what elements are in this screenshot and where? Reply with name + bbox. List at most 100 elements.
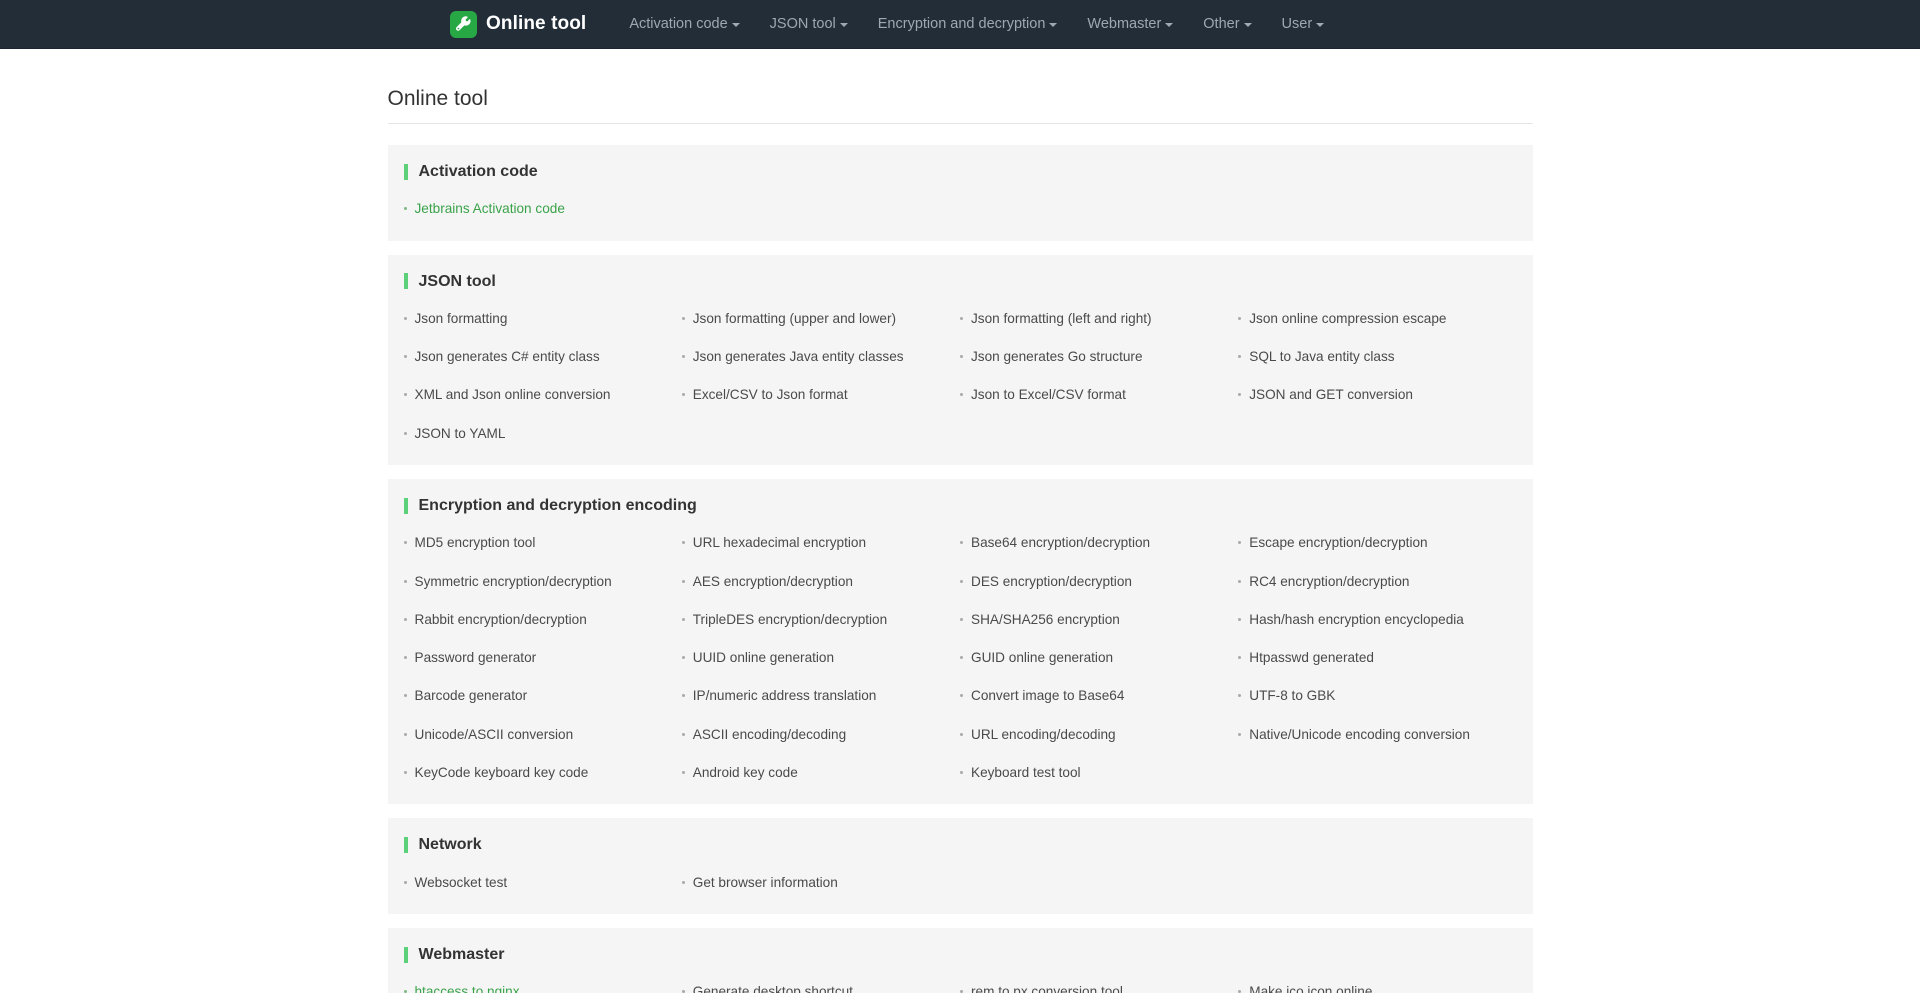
- tool-link[interactable]: rem to px conversion tool: [960, 978, 1238, 993]
- tool-link[interactable]: Json generates Go structure: [960, 343, 1238, 371]
- tool-link-label: rem to px conversion tool: [971, 984, 1123, 993]
- tool-link[interactable]: Json generates Java entity classes: [682, 343, 960, 371]
- tool-link-label: Websocket test: [414, 874, 508, 890]
- tool-link-label: SHA/SHA256 encryption: [971, 611, 1120, 627]
- wrench-icon: [450, 10, 477, 38]
- tool-link[interactable]: Websocket test: [404, 869, 682, 897]
- tool-sections: Activation code Jetbrains Activation code…: [387, 145, 1533, 993]
- section-title: JSON tool: [388, 255, 1533, 291]
- section-title: Encryption and decryption encoding: [388, 479, 1533, 515]
- tool-link[interactable]: KeyCode keyboard key code: [404, 759, 682, 787]
- tool-link[interactable]: TripleDES encryption/decryption: [682, 606, 960, 634]
- nav-item-other[interactable]: Other: [1188, 0, 1266, 49]
- tool-section: Webmaster htaccess to nginx Generate deskt…: [387, 927, 1533, 993]
- tool-grid: Json formatting Json formatting (upper an…: [404, 305, 1517, 448]
- section-title-label: Webmaster: [418, 945, 505, 963]
- tool-link-label: DES encryption/decryption: [971, 573, 1132, 589]
- tool-link[interactable]: SQL to Java entity class: [1238, 343, 1516, 371]
- tool-link[interactable]: Hash/hash encryption encyclopedia: [1238, 606, 1516, 634]
- tool-link[interactable]: htaccess to nginx: [404, 978, 682, 993]
- tool-link[interactable]: RC4 encryption/decryption: [1238, 568, 1516, 596]
- tool-link[interactable]: Json to Excel/CSV format: [960, 381, 1238, 409]
- tool-link[interactable]: UUID online generation: [682, 644, 960, 672]
- section-accent-bar: [403, 163, 408, 180]
- tool-link[interactable]: Rabbit encryption/decryption: [404, 606, 682, 634]
- tool-link[interactable]: SHA/SHA256 encryption: [960, 606, 1238, 634]
- tool-link[interactable]: GUID online generation: [960, 644, 1238, 672]
- section-title: Activation code: [388, 145, 1533, 181]
- tool-link-label: ASCII encoding/decoding: [692, 726, 847, 742]
- tool-link-label: Json generates Java entity classes: [692, 349, 904, 365]
- tool-section: JSON tool Json formatting Json formatting …: [387, 254, 1533, 466]
- tool-link-label: IP/numeric address translation: [692, 688, 877, 704]
- tool-link[interactable]: Json formatting: [404, 305, 682, 333]
- tool-link[interactable]: DES encryption/decryption: [960, 568, 1238, 596]
- tool-link[interactable]: ASCII encoding/decoding: [682, 721, 960, 749]
- section-title-label: JSON tool: [418, 272, 496, 290]
- tool-link[interactable]: Password generator: [404, 644, 682, 672]
- tool-link[interactable]: Convert image to Base64: [960, 682, 1238, 710]
- tool-link-label: RC4 encryption/decryption: [1249, 573, 1410, 589]
- tool-link[interactable]: Json formatting (upper and lower): [682, 305, 960, 333]
- tool-link[interactable]: Excel/CSV to Json format: [682, 381, 960, 409]
- tool-link[interactable]: Escape encryption/decryption: [1238, 529, 1516, 557]
- tool-link-label: Native/Unicode encoding conversion: [1249, 726, 1470, 742]
- tool-link[interactable]: JSON to YAML: [404, 420, 682, 448]
- tool-link[interactable]: URL hexadecimal encryption: [682, 529, 960, 557]
- tool-link-label: Barcode generator: [414, 688, 528, 704]
- tool-link-label: Escape encryption/decryption: [1249, 535, 1428, 551]
- main-container: Online tool Activation code Jetbrains Act…: [387, 49, 1533, 993]
- tool-link[interactable]: Json online compression escape: [1238, 305, 1516, 333]
- tool-link[interactable]: Unicode/ASCII conversion: [404, 721, 682, 749]
- brand-home-link[interactable]: Online tool: [450, 10, 586, 38]
- tool-link[interactable]: UTF-8 to GBK: [1238, 682, 1516, 710]
- nav-item-json-tool[interactable]: JSON tool: [755, 0, 863, 49]
- section-title-label: Encryption and decryption encoding: [418, 497, 697, 515]
- tool-link-label: Json formatting: [414, 310, 508, 326]
- tool-section: Activation code Jetbrains Activation code: [387, 145, 1533, 241]
- tool-link[interactable]: Symmetric encryption/decryption: [404, 568, 682, 596]
- tool-link[interactable]: MD5 encryption tool: [404, 529, 682, 557]
- nav-item-activation-code[interactable]: Activation code: [614, 0, 754, 49]
- tool-link-label: Json generates Go structure: [971, 349, 1143, 365]
- tool-link-label: UTF-8 to GBK: [1249, 688, 1336, 704]
- tool-link[interactable]: Native/Unicode encoding conversion: [1238, 721, 1516, 749]
- tool-link[interactable]: Android key code: [682, 759, 960, 787]
- tool-link-label: Password generator: [414, 650, 537, 666]
- tool-link[interactable]: Base64 encryption/decryption: [960, 529, 1238, 557]
- tool-link[interactable]: Get browser information: [682, 869, 960, 897]
- tool-link-label: TripleDES encryption/decryption: [692, 611, 888, 627]
- chevron-down-icon: [1316, 23, 1325, 27]
- tool-link[interactable]: URL encoding/decoding: [960, 721, 1238, 749]
- tool-grid: Websocket test Get browser information: [404, 869, 1517, 897]
- tool-link[interactable]: Htpasswd generated: [1238, 644, 1516, 672]
- tool-link[interactable]: Keyboard test tool: [960, 759, 1238, 787]
- tool-link[interactable]: Jetbrains Activation code: [404, 195, 682, 223]
- tool-link-label: AES encryption/decryption: [692, 573, 853, 589]
- section-body: Json formatting Json formatting (upper an…: [388, 291, 1533, 465]
- nav-item-encryption-and-decryption[interactable]: Encryption and decryption: [863, 0, 1073, 49]
- nav-item-webmaster[interactable]: Webmaster: [1072, 0, 1188, 49]
- tool-link[interactable]: JSON and GET conversion: [1238, 381, 1516, 409]
- nav-item-user[interactable]: User: [1267, 0, 1340, 49]
- section-title: Network: [388, 818, 1533, 854]
- tool-link[interactable]: AES encryption/decryption: [682, 568, 960, 596]
- tool-link[interactable]: Barcode generator: [404, 682, 682, 710]
- tool-link-label: KeyCode keyboard key code: [414, 765, 589, 781]
- tool-link[interactable]: Generate desktop shortcut: [682, 978, 960, 993]
- chevron-down-icon: [839, 23, 848, 27]
- tool-link[interactable]: IP/numeric address translation: [682, 682, 960, 710]
- tool-link-label: JSON and GET conversion: [1249, 387, 1413, 403]
- tool-link[interactable]: Json formatting (left and right): [960, 305, 1238, 333]
- tool-link[interactable]: Make ico icon online: [1238, 978, 1516, 993]
- section-body: MD5 encryption tool URL hexadecimal encry…: [388, 515, 1533, 804]
- nav-item-label: User: [1281, 15, 1313, 32]
- chevron-down-icon: [1165, 23, 1174, 27]
- tool-link[interactable]: XML and Json online conversion: [404, 381, 682, 409]
- tool-link-label: Json formatting (left and right): [971, 310, 1152, 326]
- tool-link-label: Make ico icon online: [1249, 984, 1373, 993]
- tool-link-label: Generate desktop shortcut: [692, 984, 853, 993]
- section-title: Webmaster: [388, 928, 1533, 964]
- tool-link[interactable]: Json generates C# entity class: [404, 343, 682, 371]
- tool-section: Network Websocket test Get browser informa…: [387, 818, 1533, 914]
